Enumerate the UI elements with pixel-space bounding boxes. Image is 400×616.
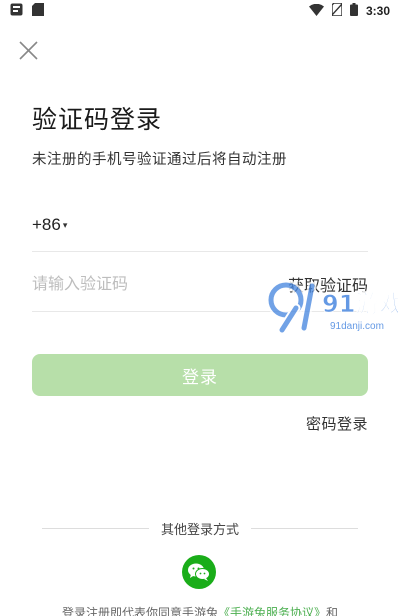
code-input[interactable] — [32, 268, 232, 299]
wechat-login-button[interactable] — [182, 555, 216, 589]
agreement-suffix: 和 — [326, 606, 339, 616]
code-row: 获取验证码 — [32, 256, 368, 312]
country-code-selector[interactable]: +86 ▾ — [32, 215, 67, 235]
other-login-label: 其他登录方式 — [161, 522, 240, 538]
divider-line-right — [251, 527, 359, 529]
caret-down-icon: ▾ — [62, 220, 68, 230]
country-code-label: +86 — [32, 214, 61, 234]
notification-icon — [10, 3, 23, 19]
wifi-icon — [308, 3, 324, 19]
agreement-text: 登录注册即代表你同意手游兔《手游兔服务协议》和 — [0, 604, 400, 616]
sd-card-icon — [32, 3, 44, 19]
battery-icon — [349, 3, 358, 19]
agreement-prefix: 登录注册即代表你同意手游兔 — [61, 606, 218, 616]
status-right: 3:30 — [308, 2, 390, 19]
watermark-url-text: 91danji.com — [330, 321, 384, 332]
status-time: 3:30 — [365, 4, 390, 18]
login-button[interactable]: 登录 — [32, 354, 368, 396]
close-button[interactable] — [18, 40, 38, 60]
password-login-link[interactable]: 密码登录 — [306, 413, 368, 434]
no-sim-icon — [331, 2, 343, 19]
get-code-button[interactable]: 获取验证码 — [288, 272, 368, 296]
status-left — [10, 3, 44, 19]
page-subtitle: 未注册的手机号验证通过后将自动注册 — [32, 152, 287, 168]
phone-input[interactable] — [89, 209, 290, 240]
login-screen: 3:30 验证码登录 未注册的手机号验证通过后将自动注册 +86 ▾ 获取验证码… — [0, 0, 400, 616]
divider-line-left — [42, 527, 149, 529]
page-title: 验证码登录 — [32, 105, 163, 134]
status-bar: 3:30 — [0, 0, 400, 22]
phone-row: +86 ▾ — [32, 198, 368, 252]
wechat-icon — [188, 563, 210, 581]
close-icon — [18, 40, 38, 60]
service-agreement-link[interactable]: 《手游兔服务协议》 — [218, 606, 326, 616]
other-login-divider: 其他登录方式 — [42, 518, 359, 538]
